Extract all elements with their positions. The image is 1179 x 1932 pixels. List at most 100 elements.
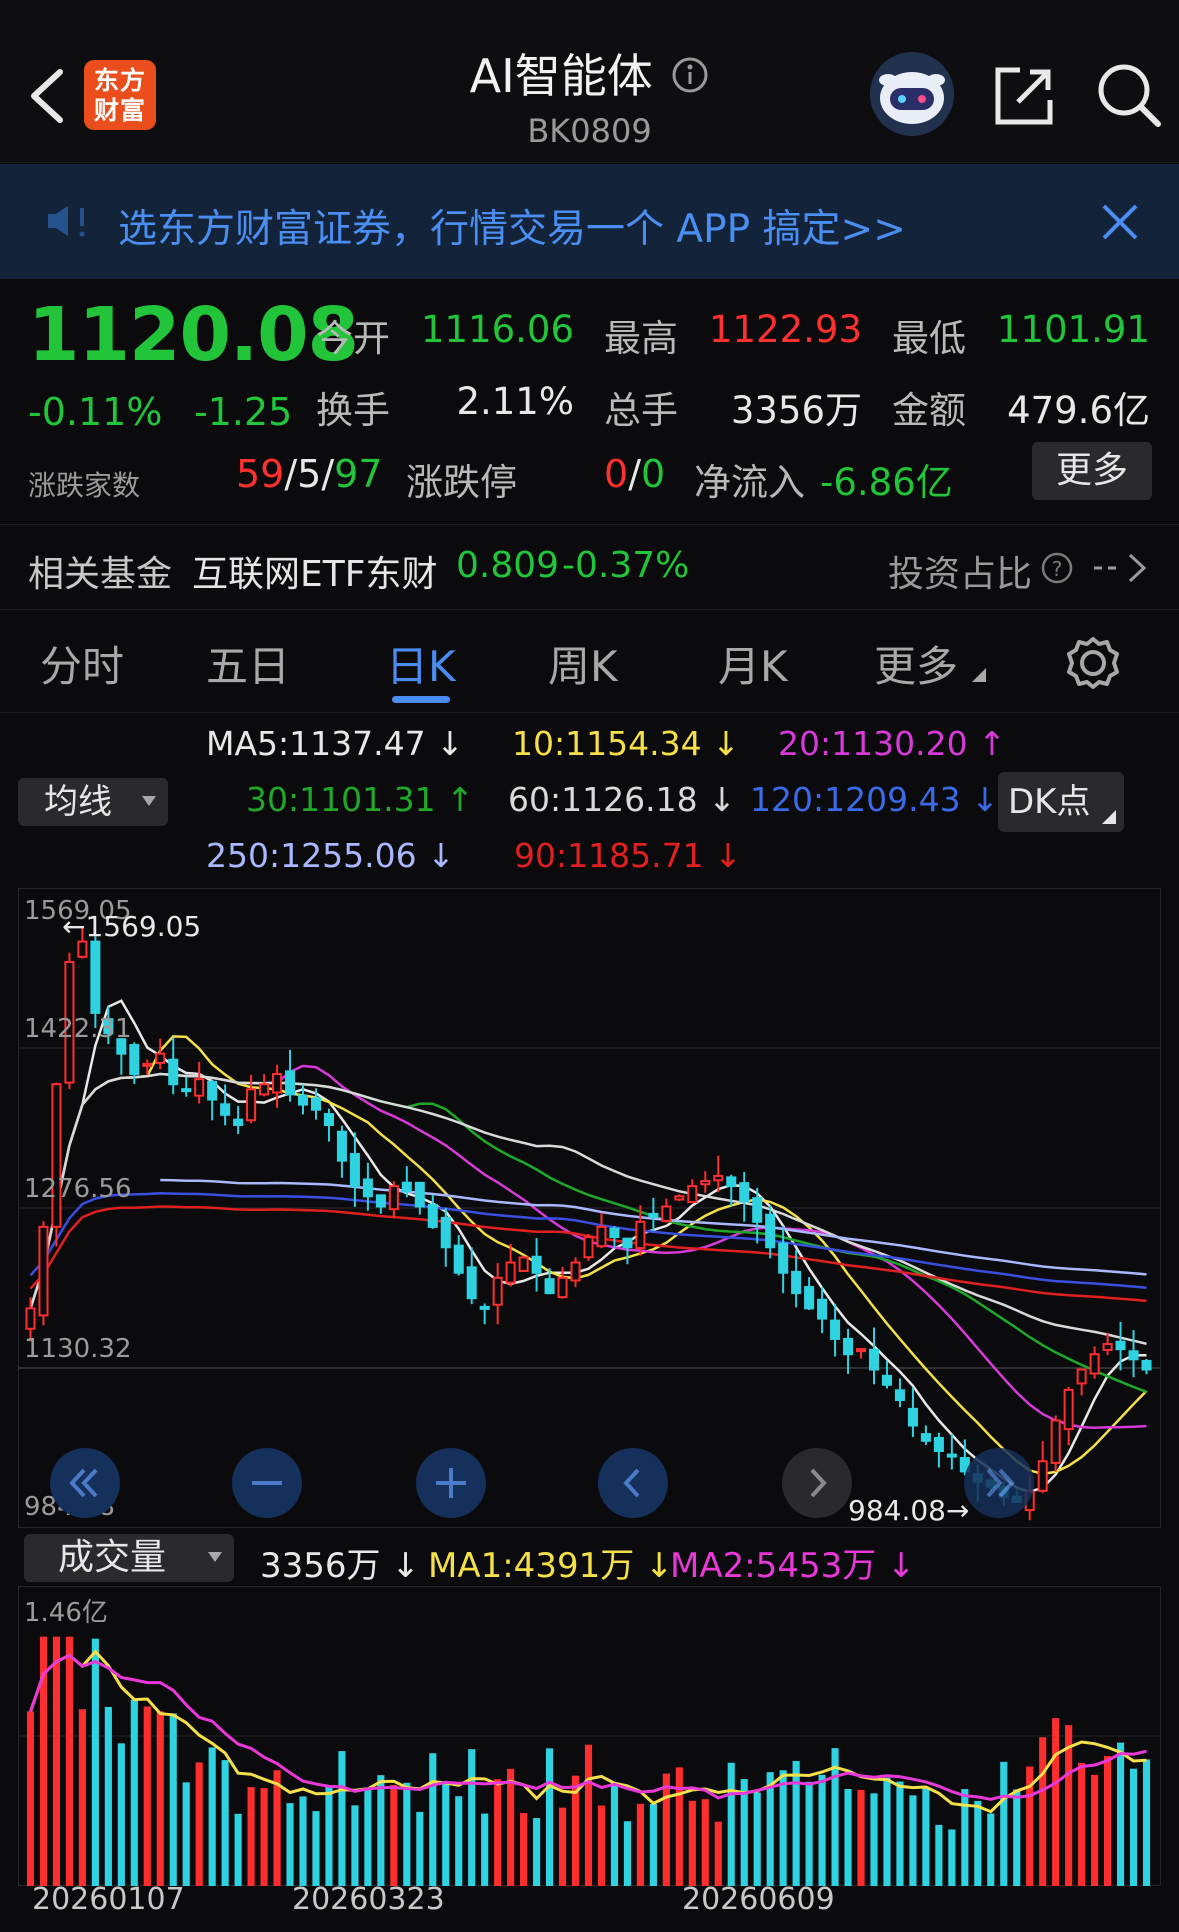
volume-bar xyxy=(805,1781,813,1886)
volume-bar xyxy=(442,1782,450,1886)
volume-bar xyxy=(169,1713,177,1886)
candle-body xyxy=(700,1180,711,1186)
minus-icon xyxy=(252,1481,282,1485)
volume-indicator-selector[interactable]: 成交量 xyxy=(24,1534,234,1582)
search-icon[interactable] xyxy=(1096,62,1162,128)
scroll-end-button[interactable] xyxy=(964,1448,1034,1518)
volume-bar xyxy=(714,1821,722,1886)
promo-banner[interactable]: 选东方财富证券，行情交易一个 APP 搞定>> xyxy=(0,164,1179,279)
scroll-right-button[interactable] xyxy=(782,1448,852,1518)
turnover-label: 换手 xyxy=(316,389,390,432)
candlestick-chart[interactable] xyxy=(18,888,1161,1528)
candle-body xyxy=(285,1070,296,1096)
zoom-out-button[interactable] xyxy=(232,1448,302,1518)
volume-bar xyxy=(351,1805,359,1886)
arrow-right-icon[interactable] xyxy=(1092,551,1152,585)
candle-body xyxy=(1089,1353,1100,1375)
volume-bar xyxy=(91,1638,99,1886)
candle-body xyxy=(1076,1368,1087,1385)
candle-body xyxy=(310,1097,322,1111)
candle-body xyxy=(90,940,101,1014)
volume-bar xyxy=(922,1787,930,1886)
candle-body xyxy=(375,1194,386,1208)
volume-bar xyxy=(649,1803,657,1886)
banner-text: 选东方财富证券，行情交易一个 APP 搞定>> xyxy=(118,207,906,252)
limit-values: 0/0 xyxy=(604,452,666,496)
price-axis-l3: 1276.56 xyxy=(24,1174,132,1204)
candle-body xyxy=(466,1266,477,1300)
volume-bar xyxy=(740,1779,748,1886)
change-amount: -1.25 xyxy=(194,390,293,434)
candle-body xyxy=(713,1174,724,1182)
close-icon[interactable] xyxy=(1100,202,1140,242)
volume-bar xyxy=(844,1788,852,1886)
volume-bar xyxy=(623,1821,631,1886)
double-chevron-left-icon xyxy=(69,1468,98,1498)
scroll-start-button[interactable] xyxy=(50,1448,120,1518)
volume-bar xyxy=(1039,1737,1047,1886)
tab-intraday[interactable]: 分时 xyxy=(40,633,124,694)
candle-body xyxy=(505,1261,516,1284)
volume-chart[interactable] xyxy=(18,1586,1161,1886)
candle-body xyxy=(233,1118,244,1126)
volume-bar xyxy=(1013,1789,1021,1886)
low-price-marker: 984.08→ xyxy=(848,1494,970,1527)
fund-name[interactable]: 互联网ETF东财 xyxy=(192,545,437,597)
robot-assistant-icon[interactable] xyxy=(868,50,956,138)
dk-point-button[interactable]: DK点 xyxy=(998,772,1124,832)
dropdown-corner-icon xyxy=(1102,810,1116,824)
volume-value: 3356万 xyxy=(730,389,862,432)
tab-more[interactable]: 更多 xyxy=(874,633,958,694)
zoom-in-button[interactable] xyxy=(416,1448,486,1518)
candle-body xyxy=(933,1436,944,1453)
volume-bar xyxy=(1052,1718,1060,1886)
volume-bar xyxy=(753,1792,761,1886)
tab-monthly-k[interactable]: 月K xyxy=(718,633,788,694)
scroll-left-button[interactable] xyxy=(598,1448,668,1518)
volume-bar xyxy=(468,1749,476,1886)
related-fund-row[interactable]: 相关基金 互联网ETF东财 0.809 -0.37% 投资占比 ? xyxy=(0,524,1179,610)
candle-body xyxy=(349,1153,360,1188)
candle-body xyxy=(51,1083,62,1228)
volume-bar xyxy=(416,1811,424,1886)
breadth-up: 59 xyxy=(236,452,285,496)
ma60-value: 60:1126.18 ↓ xyxy=(508,780,736,819)
candle-body xyxy=(1102,1343,1113,1351)
tab-daily-k[interactable]: 日K xyxy=(386,633,456,694)
ma20-value: 20:1130.20 ↑ xyxy=(778,724,1006,763)
volume-bar xyxy=(701,1799,709,1886)
settings-gear-icon[interactable] xyxy=(1066,636,1120,690)
chevron-down-icon xyxy=(208,1552,222,1562)
tab-weekly-k[interactable]: 周K xyxy=(548,633,618,694)
share-icon[interactable] xyxy=(992,64,1056,128)
volume-bar xyxy=(143,1706,151,1886)
candle-body xyxy=(1037,1460,1048,1492)
price-axis-l4: 1130.32 xyxy=(24,1334,132,1364)
high-price-marker: ←1569.05 xyxy=(62,910,202,943)
tab-five-day[interactable]: 五日 xyxy=(206,633,290,694)
candle-body xyxy=(674,1195,685,1201)
candle-body xyxy=(661,1205,672,1222)
candle-body xyxy=(168,1058,179,1086)
indicator-selector[interactable]: 均线 xyxy=(18,778,168,826)
open-value: 1116.06 xyxy=(420,308,574,351)
dropdown-corner-icon xyxy=(972,668,986,682)
candle-body xyxy=(194,1078,205,1097)
info-icon[interactable] xyxy=(671,56,709,94)
more-button[interactable]: 更多 xyxy=(1032,442,1152,500)
svg-text:?: ? xyxy=(1052,557,1063,581)
volume-bar xyxy=(130,1699,138,1886)
volume-bar xyxy=(636,1803,644,1886)
volume-bar xyxy=(675,1767,683,1886)
limit-down: 0 xyxy=(641,452,666,496)
tabs-divider xyxy=(0,712,1179,713)
chevron-right-icon xyxy=(810,1468,827,1498)
candle-body xyxy=(77,940,88,958)
candle-body xyxy=(894,1389,905,1402)
investment-ratio-label[interactable]: 投资占比 xyxy=(888,545,1032,597)
volume-bar xyxy=(390,1785,398,1886)
candle-body xyxy=(583,1236,594,1259)
volume-bar xyxy=(974,1800,982,1886)
volume-selector-label: 成交量 xyxy=(58,1537,167,1578)
help-icon[interactable]: ? xyxy=(1040,551,1074,585)
